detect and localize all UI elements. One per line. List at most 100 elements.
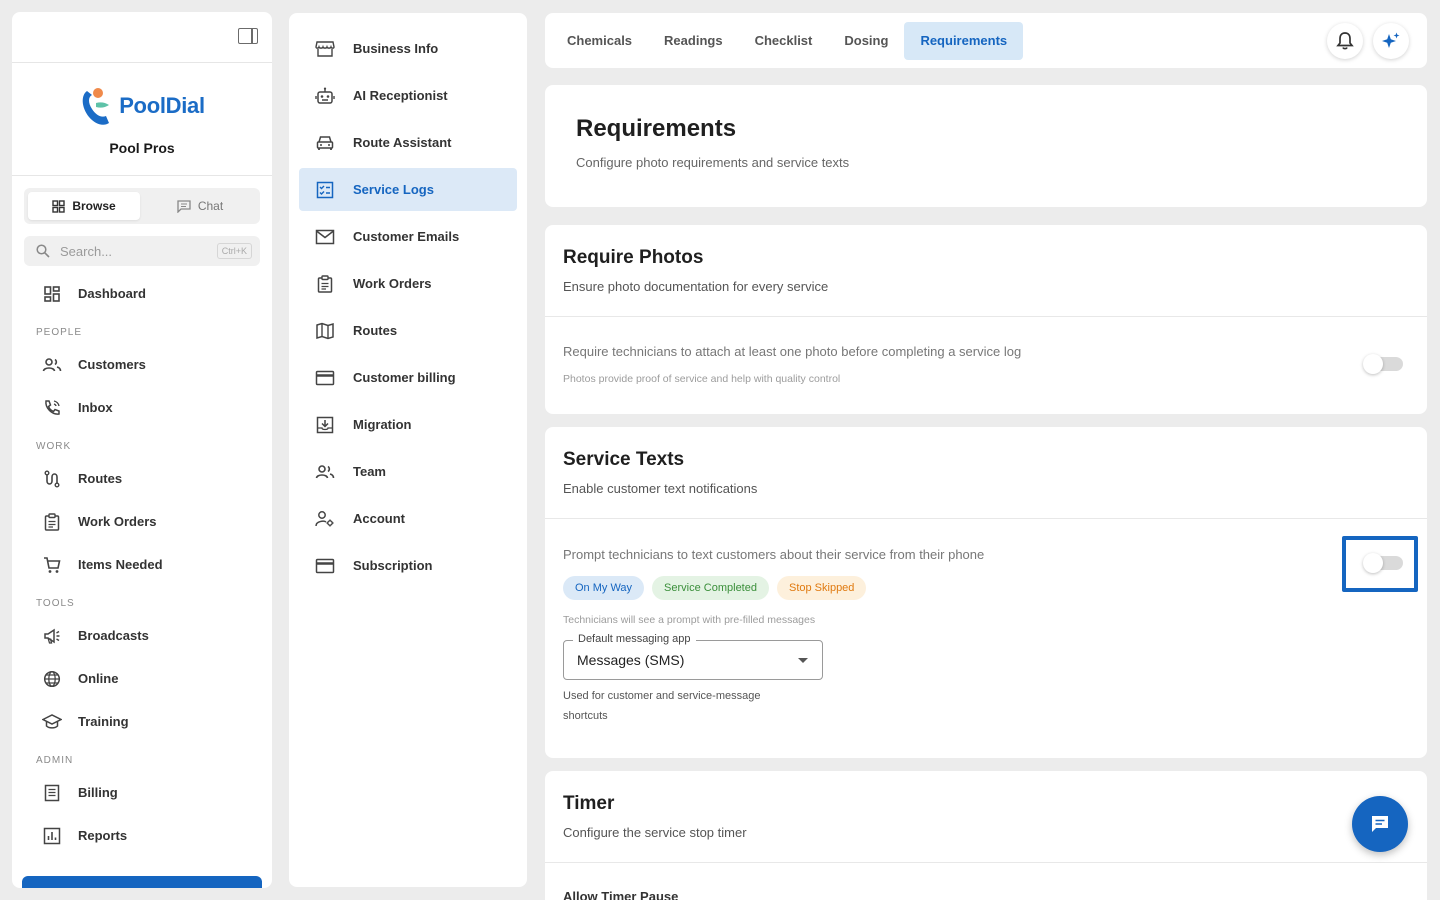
globe-icon [42, 669, 62, 689]
sidebar-header [12, 12, 272, 63]
sidebar-item-reports[interactable]: Reports [12, 814, 272, 857]
settings-item-label: Customer billing [353, 370, 456, 385]
notifications-button[interactable] [1327, 22, 1363, 59]
settings-item-label: Work Orders [353, 276, 432, 291]
megaphone-icon [42, 626, 62, 646]
sidebar-item-label: Inbox [78, 400, 113, 415]
route-icon [42, 469, 62, 489]
chip-stop-skipped: Stop Skipped [776, 576, 867, 600]
settings-item-business-info[interactable]: Business Info [299, 27, 517, 70]
sidebar-item-inbox[interactable]: Inbox [12, 386, 272, 429]
chat-toggle-button[interactable]: Chat [144, 192, 256, 220]
sidebar-item-label: Dashboard [78, 286, 146, 301]
section-label-work: WORK [36, 441, 72, 452]
sidebar-item-items-needed[interactable]: Items Needed [12, 543, 272, 586]
toggle-knob [1363, 553, 1383, 573]
service-texts-subtitle: Enable customer text notifications [563, 481, 758, 496]
settings-item-customer-emails[interactable]: Customer Emails [299, 215, 517, 258]
messaging-app-value: Messages (SMS) [577, 652, 685, 668]
brand-name: PoolDial [119, 93, 205, 118]
sidebar-item-training[interactable]: Training [12, 700, 272, 743]
pooldial-logo: PoolDial [79, 85, 205, 127]
sidebar-item-label: Online [78, 671, 119, 686]
collapse-sidebar-icon[interactable] [238, 28, 258, 44]
browse-toggle-button[interactable]: Browse [28, 192, 140, 220]
require-photos-subtitle: Ensure photo documentation for every ser… [563, 279, 829, 294]
header-actions [1327, 22, 1427, 59]
messaging-app-helper: Used for customer and service-message sh… [563, 690, 761, 722]
chat-icon [177, 199, 191, 213]
settings-item-label: Subscription [353, 558, 433, 573]
sidebar-item-online[interactable]: Online [12, 657, 272, 700]
service-texts-note: Technicians will see a prompt with pre-f… [563, 614, 816, 626]
settings-menu: Business Info AI Receptionist Route Assi… [289, 13, 527, 887]
timer-card: Timer Configure the service stop timer A… [545, 771, 1427, 900]
service-texts-title: Service Texts [563, 449, 685, 470]
service-texts-description: Prompt technicians to text customers abo… [563, 547, 985, 562]
sidebar-item-label: Training [78, 714, 129, 729]
settings-item-team[interactable]: Team [299, 450, 517, 493]
tab-checklist[interactable]: Checklist [739, 22, 829, 60]
people-icon [42, 355, 62, 375]
settings-item-label: Routes [353, 323, 398, 338]
car-icon [315, 133, 335, 153]
service-texts-header: Service Texts Enable customer text notif… [545, 427, 1427, 519]
cart-icon [42, 555, 62, 575]
section-label-people: PEOPLE [36, 327, 83, 338]
sidebar-nav: Dashboard PEOPLE Customers Inbox WORK Ro… [12, 272, 272, 857]
require-photos-toggle[interactable] [1363, 354, 1403, 374]
messaging-app-label: Default messaging app [573, 633, 696, 645]
service-texts-card: Service Texts Enable customer text notif… [545, 427, 1427, 758]
sidebar-search[interactable]: Search... Ctrl+K [24, 236, 260, 266]
chip-service-completed: Service Completed [652, 576, 769, 600]
messaging-app-select[interactable]: Default messaging app Messages (SMS) [563, 633, 823, 680]
settings-item-label: Business Info [353, 41, 439, 56]
settings-item-subscription[interactable]: Subscription [299, 544, 517, 587]
settings-item-customer-billing[interactable]: Customer billing [299, 356, 517, 399]
sidebar-item-label: Work Orders [78, 514, 157, 529]
dashboard-icon [42, 284, 62, 304]
message-icon [1372, 816, 1388, 832]
map-icon [315, 321, 335, 341]
tab-readings[interactable]: Readings [648, 22, 739, 60]
settings-item-routes[interactable]: Routes [299, 309, 517, 352]
sidebar-settings-item-partial[interactable] [22, 876, 262, 888]
search-placeholder: Search... [60, 243, 113, 259]
settings-item-label: Customer Emails [353, 229, 460, 244]
require-photos-title: Require Photos [563, 247, 704, 268]
chip-on-my-way: On My Way [563, 576, 645, 600]
sidebar-item-label: Routes [78, 471, 123, 486]
settings-item-route-assistant[interactable]: Route Assistant [299, 121, 517, 164]
credit-card-icon [315, 556, 335, 576]
clipboard-icon [315, 274, 335, 294]
sidebar-item-customers[interactable]: Customers [12, 343, 272, 386]
service-texts-toggle[interactable] [1363, 553, 1403, 573]
tab-requirements[interactable]: Requirements [904, 21, 1024, 60]
sidebar-item-billing[interactable]: Billing [12, 771, 272, 814]
settings-item-migration[interactable]: Migration [299, 403, 517, 446]
sidebar-item-dashboard[interactable]: Dashboard [12, 272, 272, 315]
sparkle-icon [1382, 32, 1400, 48]
receipt-icon [42, 783, 62, 803]
section-label-tools: TOOLS [36, 598, 75, 609]
tab-chemicals[interactable]: Chemicals [551, 22, 648, 60]
settings-item-work-orders[interactable]: Work Orders [299, 262, 517, 305]
settings-item-account[interactable]: Account [299, 497, 517, 540]
ai-assistant-button[interactable] [1373, 22, 1409, 59]
graduation-cap-icon [42, 712, 62, 732]
organization-name: Pool Pros [109, 140, 175, 156]
settings-item-service-logs[interactable]: Service Logs [299, 168, 517, 211]
settings-item-label: Route Assistant [353, 135, 452, 150]
bar-chart-icon [42, 826, 62, 846]
settings-item-ai-receptionist[interactable]: AI Receptionist [299, 74, 517, 117]
sidebar-item-routes[interactable]: Routes [12, 457, 272, 500]
main-sidebar: PoolDial Pool Pros Browse Chat Search...… [12, 12, 272, 888]
toggle-knob [1363, 354, 1383, 374]
sidebar-item-broadcasts[interactable]: Broadcasts [12, 614, 272, 657]
require-photos-body: Require technicians to attach at least o… [545, 317, 1427, 411]
tab-dosing[interactable]: Dosing [828, 22, 904, 60]
settings-item-label: AI Receptionist [353, 88, 448, 103]
sidebar-item-work-orders[interactable]: Work Orders [12, 500, 272, 543]
chat-fab-button[interactable] [1352, 796, 1408, 852]
grid-icon [52, 199, 66, 213]
